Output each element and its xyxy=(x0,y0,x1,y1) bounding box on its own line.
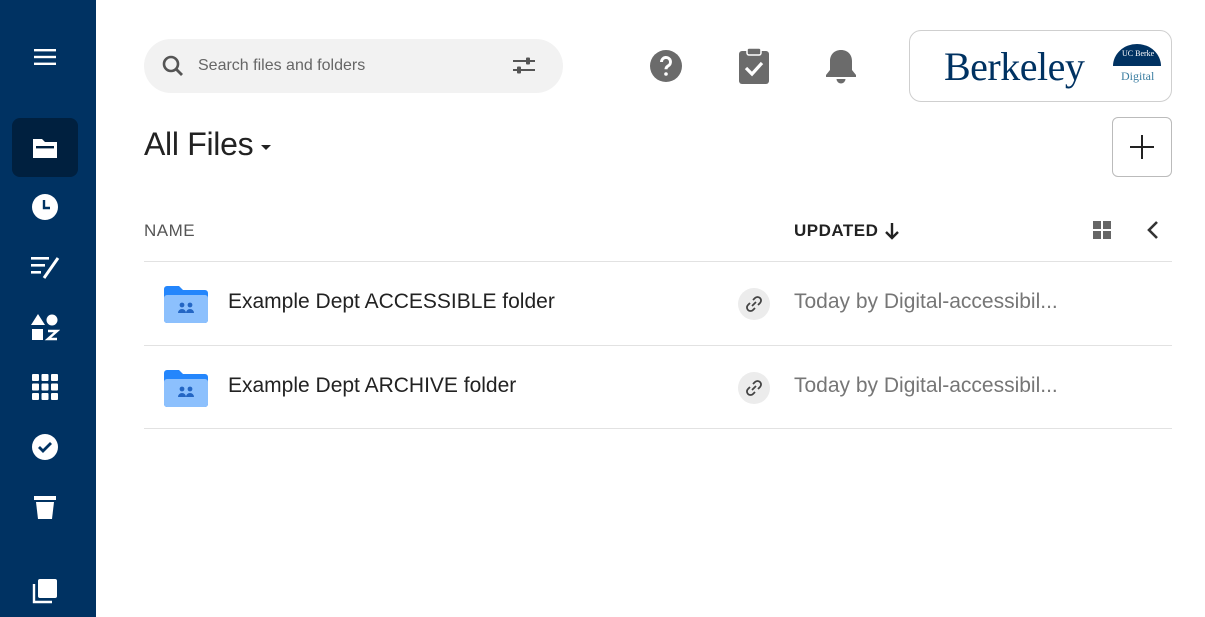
tasks-button[interactable] xyxy=(734,46,774,86)
clipboard-check-icon xyxy=(739,47,769,84)
plus-icon xyxy=(1130,135,1154,159)
uc-seal-icon: UC Berke xyxy=(1113,44,1161,66)
grid-view-icon xyxy=(1093,221,1111,239)
folder-name: Example Dept ARCHIVE folder xyxy=(228,374,517,397)
sidebar-item-grid[interactable] xyxy=(12,362,78,412)
shared-folder-icon xyxy=(164,370,208,407)
sidebar-item-collections[interactable] xyxy=(12,566,78,616)
sidebar xyxy=(0,0,96,617)
column-header-updated[interactable]: UPDATED xyxy=(794,221,900,241)
sidebar-item-all-files[interactable] xyxy=(12,118,78,177)
add-button[interactable] xyxy=(1112,117,1172,177)
column-header-name[interactable]: NAME xyxy=(144,221,195,241)
updated-text: Today by Digital-accessibil... xyxy=(794,290,1058,313)
column-header-updated-label: UPDATED xyxy=(794,221,879,240)
grid-icon xyxy=(32,374,58,400)
org-logo[interactable]: Berkeley UC Berke Digital xyxy=(909,30,1172,102)
page-title-dropdown[interactable]: All Files xyxy=(144,126,272,163)
sidebar-item-notes[interactable] xyxy=(12,242,78,292)
logo-subtitle: Digital xyxy=(1121,69,1155,83)
notifications-button[interactable] xyxy=(821,46,861,86)
hamburger-menu-button[interactable] xyxy=(12,32,78,82)
table-row[interactable]: Example Dept ACCESSIBLE folder Today by … xyxy=(144,262,1172,345)
trash-icon xyxy=(34,496,56,519)
row-divider xyxy=(144,428,1172,429)
clock-icon xyxy=(32,194,58,220)
logo-wordmark: Berkeley xyxy=(944,44,1085,89)
bell-icon xyxy=(826,50,856,84)
sidebar-item-tasks[interactable] xyxy=(12,422,78,472)
updated-text: Today by Digital-accessibil... xyxy=(794,374,1058,397)
chevron-left-icon xyxy=(1147,221,1158,239)
link-icon xyxy=(746,380,762,396)
link-icon xyxy=(746,296,762,312)
search-bar xyxy=(144,39,563,93)
svg-text:UC Berke: UC Berke xyxy=(1122,49,1155,58)
caret-down-icon xyxy=(261,145,272,150)
grid-view-button[interactable] xyxy=(1092,220,1112,245)
page-title: All Files xyxy=(144,126,254,162)
table-row[interactable]: Example Dept ARCHIVE folder Today by Dig… xyxy=(144,346,1172,429)
search-input[interactable] xyxy=(198,51,498,81)
sidebar-item-trash[interactable] xyxy=(12,482,78,532)
folder-icon xyxy=(33,138,57,158)
filter-settings-icon[interactable] xyxy=(512,55,536,77)
search-icon[interactable] xyxy=(162,55,184,77)
copy-icon xyxy=(32,579,57,604)
sidebar-item-apps[interactable] xyxy=(12,302,78,352)
check-circle-icon xyxy=(32,434,58,460)
arrow-down-icon xyxy=(885,223,900,240)
notes-icon xyxy=(31,257,60,279)
shared-folder-icon xyxy=(164,286,208,323)
folder-name: Example Dept ACCESSIBLE folder xyxy=(228,290,555,313)
shared-link-button[interactable] xyxy=(738,372,770,404)
shared-link-button[interactable] xyxy=(738,288,770,320)
shapes-icon xyxy=(31,314,60,341)
hamburger-menu-icon xyxy=(34,49,56,65)
help-button[interactable] xyxy=(646,46,686,86)
side-panel-toggle[interactable] xyxy=(1144,220,1162,245)
sidebar-item-recents[interactable] xyxy=(12,182,78,232)
help-icon xyxy=(650,50,682,82)
